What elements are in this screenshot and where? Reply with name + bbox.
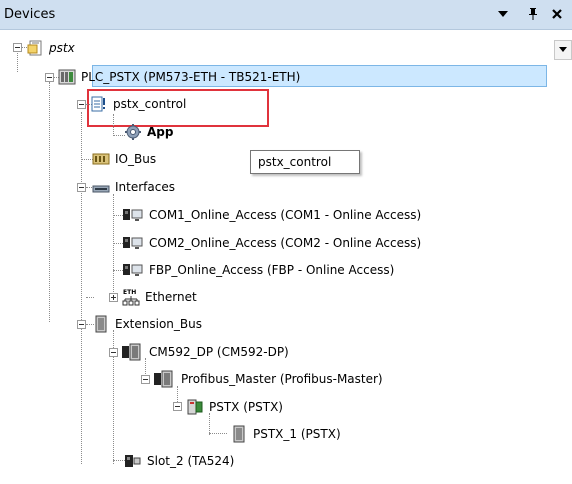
panel-menu-button[interactable] [494, 5, 512, 23]
tree-node-extension-bus[interactable]: Extension_Bus [92, 313, 204, 335]
module-icon [233, 425, 245, 443]
expander-ethernet[interactable] [109, 293, 118, 302]
tree-label: PSTX (PSTX) [209, 400, 283, 414]
tree-label: pstx_control [113, 97, 187, 111]
tree-label: CM592_DP (CM592-DP) [149, 345, 289, 359]
gear-icon [125, 124, 141, 140]
tree-node-slot2[interactable]: Slot_2 (TA524) [124, 450, 236, 472]
tree-node-io-bus[interactable]: IO_Bus [92, 148, 158, 170]
tree-label: PSTX_1 (PSTX) [253, 427, 341, 441]
online-access-icon [123, 264, 143, 276]
expander-plc[interactable] [45, 73, 54, 82]
module-icon [125, 455, 141, 467]
tree-label: Interfaces [115, 180, 175, 194]
tree-node-com2[interactable]: COM2_Online_Access (COM2 - Online Access… [122, 232, 423, 254]
expander-control[interactable] [77, 100, 86, 109]
plc-icon [58, 69, 76, 85]
tree-node-pstx[interactable]: pstx [26, 37, 77, 59]
tree-label: Ethernet [145, 290, 197, 304]
close-icon [552, 9, 562, 19]
tree-node-plc[interactable]: PLC_PSTX (PM573-ETH - TB521-ETH) [58, 66, 302, 88]
tree-node-ethernet[interactable]: ETH Ethernet [122, 286, 199, 308]
tree-node-interfaces[interactable]: Interfaces [92, 176, 177, 198]
expander-extension-bus[interactable] [77, 320, 86, 329]
ethernet-icon: ETH [122, 289, 140, 306]
interface-icon [92, 185, 110, 193]
expander-cm592[interactable] [109, 348, 118, 357]
module-icon [95, 315, 107, 333]
tree-node-cm592[interactable]: CM592_DP (CM592-DP) [122, 341, 291, 363]
tree-label: pstx [49, 41, 75, 55]
tree-label: FBP_Online_Access (FBP - Online Access) [149, 263, 395, 277]
tree-node-profibus-master[interactable]: Profibus_Master (Profibus-Master) [154, 368, 385, 390]
pin-button[interactable] [524, 5, 542, 23]
tree-node-com1[interactable]: COM1_Online_Access (COM1 - Online Access… [122, 204, 423, 226]
online-access-icon [123, 237, 143, 249]
application-icon [91, 96, 105, 112]
pin-icon [529, 8, 537, 20]
expander-pstx[interactable] [13, 43, 22, 52]
tree-label: PLC_PSTX (PM573-ETH - TB521-ETH) [81, 70, 301, 84]
tree-node-pstx-1[interactable]: PSTX_1 (PSTX) [230, 423, 343, 445]
close-button[interactable] [548, 5, 566, 23]
tooltip: pstx_control [250, 150, 360, 174]
tree-label: Slot_2 (TA524) [147, 454, 235, 468]
dropdown-button[interactable] [554, 40, 572, 60]
project-icon [27, 40, 42, 56]
expander-pstx-slave[interactable] [173, 402, 182, 411]
devices-panel-header: Devices [0, 0, 572, 30]
expander-interfaces[interactable] [77, 183, 86, 192]
tree-node-pstx-slave[interactable]: PSTX (PSTX) [186, 396, 285, 418]
tree-label: App [147, 125, 174, 139]
slave-icon [187, 399, 203, 415]
expander-profibus-master[interactable] [141, 375, 150, 384]
module-icon [154, 370, 173, 388]
tree-node-pstx-control[interactable]: pstx_control [90, 93, 188, 115]
svg-text:ETH: ETH [123, 289, 136, 296]
online-access-icon [123, 209, 143, 221]
chevron-down-icon [498, 11, 508, 17]
tree-label: COM1_Online_Access (COM1 - Online Access… [149, 208, 422, 222]
bus-icon [92, 153, 110, 165]
chevron-down-icon [559, 47, 567, 52]
tree-label: IO_Bus [115, 152, 157, 166]
module-icon [122, 343, 141, 361]
tree-node-fbp[interactable]: FBP_Online_Access (FBP - Online Access) [122, 259, 396, 281]
tree-label: Extension_Bus [115, 317, 202, 331]
panel-title: Devices [4, 7, 56, 22]
tree-node-app[interactable]: App [124, 121, 175, 143]
tree-label: COM2_Online_Access (COM2 - Online Access… [149, 236, 422, 250]
tree-label: Profibus_Master (Profibus-Master) [181, 372, 383, 386]
tooltip-text: pstx_control [258, 155, 332, 169]
